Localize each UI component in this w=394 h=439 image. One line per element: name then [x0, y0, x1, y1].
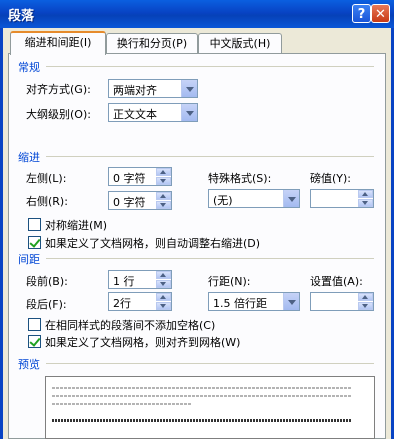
auto-adjust-right-indent-checkbox[interactable]	[28, 236, 41, 249]
left-indent-label: 左侧(L):	[26, 172, 67, 185]
no-space-same-style-label: 在相同样式的段落间不添加空格(C)	[45, 319, 216, 332]
spin-down-icon[interactable]	[358, 302, 373, 310]
spin-down-icon[interactable]	[156, 177, 171, 185]
line-spacing-value: 1.5 倍行距	[213, 297, 267, 310]
section-preview-title: 预览	[18, 358, 40, 371]
question-icon: ?	[357, 7, 366, 22]
spacing-after-spinner[interactable]: 2行	[108, 292, 172, 311]
section-general-title: 常规	[18, 61, 40, 74]
chevron-down-icon[interactable]	[283, 293, 299, 310]
preview-line	[52, 395, 352, 397]
spacing-before-spinner[interactable]: 1 行	[108, 270, 172, 289]
alignment-select[interactable]: 两端对齐	[108, 79, 198, 98]
by-spinner[interactable]	[310, 189, 374, 208]
tab-line-page-breaks[interactable]: 换行和分页(P)	[106, 33, 198, 53]
title-bar: 段落 ? ✕	[0, 0, 394, 28]
close-button[interactable]: ✕	[371, 4, 390, 23]
divider	[46, 258, 374, 259]
spacing-before-label: 段前(B):	[26, 275, 68, 288]
special-indent-select[interactable]: (无)	[208, 189, 300, 208]
preview-line	[52, 403, 192, 405]
mirror-indents-label: 对称缩进(M)	[45, 219, 108, 232]
special-indent-value: (无)	[213, 194, 233, 207]
divider	[46, 156, 374, 157]
spin-up-icon[interactable]	[358, 293, 373, 301]
tab-indents-spacing[interactable]: 缩进和间距(I)	[10, 31, 106, 55]
outline-level-label: 大纲级别(O):	[26, 108, 91, 121]
preview-current-paragraph	[52, 419, 352, 422]
spin-down-icon[interactable]	[156, 201, 171, 209]
chevron-down-icon[interactable]	[283, 190, 299, 207]
chevron-down-icon[interactable]	[181, 104, 197, 121]
spin-up-icon[interactable]	[358, 190, 373, 198]
at-label: 设置值(A):	[310, 275, 363, 288]
spin-up-icon[interactable]	[156, 271, 171, 279]
line-spacing-label: 行距(N):	[208, 275, 251, 288]
right-indent-spinner[interactable]: 0 字符	[108, 191, 172, 210]
help-button[interactable]: ?	[352, 4, 371, 23]
spin-up-icon[interactable]	[156, 192, 171, 200]
at-spinner[interactable]	[310, 292, 374, 311]
special-indent-label: 特殊格式(S):	[208, 172, 272, 185]
divider	[46, 66, 374, 67]
left-indent-value: 0 字符	[113, 172, 146, 185]
spin-down-icon[interactable]	[156, 280, 171, 288]
dialog-title: 段落	[8, 9, 35, 24]
chevron-down-icon[interactable]	[181, 80, 197, 97]
spin-up-icon[interactable]	[156, 293, 171, 301]
snap-to-grid-label: 如果定义了文档网格，则对齐到网格(W)	[45, 336, 241, 349]
spacing-before-value: 1 行	[113, 275, 135, 288]
outline-level-value: 正文文本	[113, 108, 157, 121]
spin-down-icon[interactable]	[358, 199, 373, 207]
divider	[46, 363, 374, 364]
spin-up-icon[interactable]	[156, 168, 171, 176]
mirror-indents-checkbox[interactable]	[28, 218, 41, 231]
no-space-same-style-checkbox[interactable]	[28, 318, 41, 331]
line-spacing-select[interactable]: 1.5 倍行距	[208, 292, 300, 311]
spacing-after-value: 2行	[113, 297, 131, 310]
auto-adjust-right-indent-label: 如果定义了文档网格，则自动调整右缩进(D)	[45, 237, 261, 250]
snap-to-grid-checkbox[interactable]	[28, 335, 41, 348]
left-indent-spinner[interactable]: 0 字符	[108, 167, 172, 186]
section-indent-title: 缩进	[18, 151, 40, 164]
by-label: 磅值(Y):	[310, 172, 352, 185]
preview-line	[52, 387, 352, 389]
spacing-after-label: 段后(F):	[26, 298, 67, 311]
close-icon: ✕	[375, 7, 386, 22]
outline-level-select[interactable]: 正文文本	[108, 103, 198, 122]
preview-box	[45, 376, 375, 439]
alignment-label: 对齐方式(G):	[26, 83, 91, 96]
right-indent-label: 右侧(R):	[26, 195, 68, 208]
section-spacing-title: 间距	[18, 253, 40, 266]
right-indent-value: 0 字符	[113, 196, 146, 209]
spin-down-icon[interactable]	[156, 302, 171, 310]
tab-asian-typography[interactable]: 中文版式(H)	[198, 33, 282, 53]
alignment-value: 两端对齐	[113, 84, 157, 97]
